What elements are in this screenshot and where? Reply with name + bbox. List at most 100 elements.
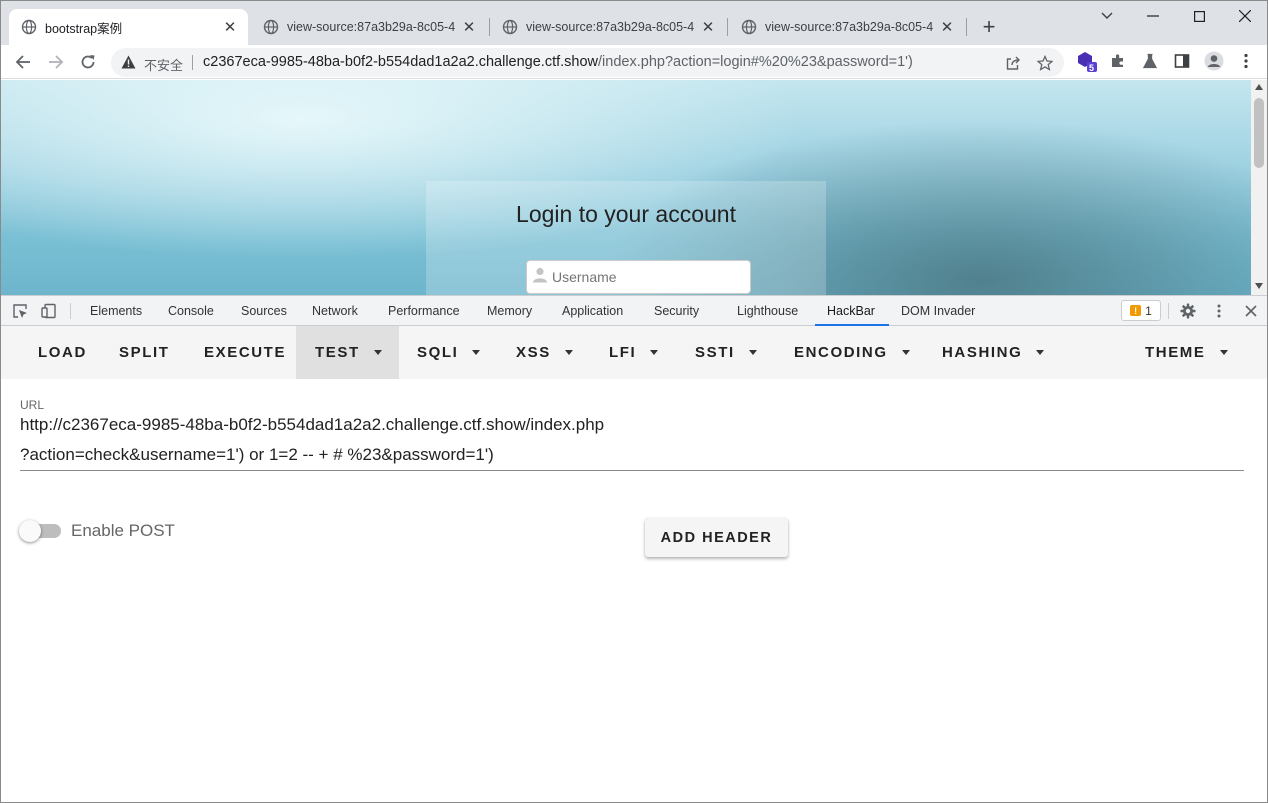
close-tab-icon[interactable]: ✕ — [461, 19, 477, 36]
url-path: /index.php?action=login#%20%23&password=… — [598, 54, 913, 70]
toggle-knob[interactable] — [19, 520, 41, 542]
url-field-line2[interactable]: ?action=check&username=1') or 1=2 -- + #… — [20, 445, 494, 465]
hackbar-test-menu[interactable]: TEST — [315, 326, 382, 379]
hackbar-ssti-menu[interactable]: SSTI — [695, 326, 757, 379]
url-host: c2367eca-9985-48ba-b0f2-b554dad1a2a2.cha… — [203, 54, 599, 70]
hackbar-execute-button[interactable]: EXECUTE — [204, 326, 286, 379]
side-panel-icon[interactable] — [1171, 50, 1193, 72]
scroll-up-arrow-icon[interactable] — [1255, 84, 1263, 90]
issue-flag-icon: ! — [1130, 305, 1142, 316]
dropdown-caret-icon — [472, 350, 481, 355]
devtools-close-icon[interactable] — [1242, 302, 1260, 320]
browser-tab-1[interactable]: bootstrap案例 ✕ — [9, 9, 248, 45]
page-scrollbar[interactable] — [1251, 80, 1267, 295]
scrollbar-thumb[interactable] — [1254, 98, 1264, 168]
hackbar-xss-menu[interactable]: XSS — [516, 326, 573, 379]
dropdown-caret-icon — [1219, 350, 1228, 355]
username-input[interactable] — [526, 260, 751, 294]
tab-search-chevron-icon[interactable] — [1093, 5, 1121, 27]
reload-icon[interactable] — [76, 50, 100, 74]
issues-counter[interactable]: ! 1 — [1121, 300, 1161, 321]
devtools-tab-dom-invader[interactable]: DOM Invader — [901, 304, 975, 318]
forward-arrow-icon[interactable] — [44, 50, 68, 74]
back-arrow-icon[interactable] — [11, 50, 35, 74]
tab-title: view-source:87a3b29a-8c05-4 — [526, 20, 694, 34]
extensions-puzzle-icon[interactable] — [1107, 50, 1129, 72]
devtools-tab-performance[interactable]: Performance — [388, 304, 460, 318]
window-close-icon[interactable] — [1231, 5, 1259, 27]
globe-icon — [741, 19, 757, 35]
bookmark-star-icon[interactable] — [1036, 54, 1054, 72]
browser-tab-3[interactable]: view-source:87a3b29a-8c05-4 ✕ — [490, 9, 726, 45]
devtools-tab-network[interactable]: Network — [312, 304, 358, 318]
page-viewport: Login to your account — [1, 80, 1267, 295]
dropdown-caret-icon — [901, 350, 910, 355]
devtools-tab-lighthouse[interactable]: Lighthouse — [737, 304, 798, 318]
share-icon[interactable] — [1004, 54, 1022, 72]
tab-separator — [966, 18, 967, 36]
hackbar-theme-menu[interactable]: THEME — [1145, 326, 1228, 379]
menu-label: THEME — [1145, 344, 1206, 361]
devtools-tab-memory[interactable]: Memory — [487, 304, 532, 318]
devtools-tab-console[interactable]: Console — [168, 304, 214, 318]
omnibox-divider — [192, 55, 193, 70]
menu-label: HASHING — [942, 344, 1023, 361]
globe-icon — [21, 19, 37, 35]
hackbar-load-button[interactable]: LOAD — [38, 326, 87, 379]
url-field-line1[interactable]: http://c2367eca-9985-48ba-b0f2-b554dad1a… — [20, 415, 604, 435]
close-tab-icon[interactable]: ✕ — [700, 19, 716, 36]
lab-flask-icon[interactable] — [1139, 50, 1161, 72]
dropdown-caret-icon — [1036, 350, 1045, 355]
tab-title: view-source:87a3b29a-8c05-4 — [765, 20, 933, 34]
devtools-tab-bar: Elements Console Sources Network Perform… — [1, 295, 1267, 326]
hackbar-split-button[interactable]: SPLIT — [119, 326, 170, 379]
url-text[interactable]: c2367eca-9985-48ba-b0f2-b554dad1a2a2.cha… — [203, 54, 913, 70]
tab-title: bootstrap案例 — [45, 21, 123, 36]
minimize-icon[interactable] — [1139, 5, 1167, 27]
devtools-divider — [1168, 303, 1169, 319]
devtools-more-icon[interactable] — [1210, 302, 1228, 320]
issues-count: 1 — [1145, 303, 1152, 318]
profile-avatar-icon[interactable] — [1203, 50, 1225, 72]
menu-label: XSS — [516, 344, 551, 361]
url-field-underline — [20, 470, 1244, 471]
maximize-icon[interactable] — [1185, 5, 1213, 27]
devtools-tab-application[interactable]: Application — [562, 304, 623, 318]
browser-tab-2[interactable]: view-source:87a3b29a-8c05-4 ✕ — [251, 9, 487, 45]
extension-badge: 5 — [1089, 63, 1095, 73]
menu-label: EXECUTE — [204, 344, 287, 361]
tab-strip: bootstrap案例 ✕ view-source:87a3b29a-8c05-… — [1, 1, 1267, 45]
close-tab-icon[interactable]: ✕ — [939, 19, 955, 36]
devtools-tab-sources[interactable]: Sources — [241, 304, 287, 318]
close-tab-icon[interactable]: ✕ — [222, 19, 238, 36]
enable-post-label: Enable POST — [71, 521, 175, 540]
hackbar-hashing-menu[interactable]: HASHING — [942, 326, 1045, 379]
extension-hexagon-icon[interactable] — [1076, 50, 1098, 72]
hackbar-lfi-menu[interactable]: LFI — [609, 326, 659, 379]
add-header-button[interactable]: ADD HEADER — [645, 518, 788, 557]
devtools-tab-elements[interactable]: Elements — [90, 304, 142, 318]
hackbar-sqli-menu[interactable]: SQLI — [417, 326, 481, 379]
hackbar-menu: LOAD SPLIT EXECUTE TEST SQLI XSS LFI SST… — [1, 326, 1267, 379]
login-card: Login to your account — [426, 181, 826, 295]
login-title: Login to your account — [516, 201, 736, 227]
address-bar[interactable]: 不安全 c2367eca-9985-48ba-b0f2-b554dad1a2a2… — [111, 48, 1064, 77]
browser-tab-4[interactable]: view-source:87a3b29a-8c05-4 ✕ — [729, 9, 965, 45]
dropdown-caret-icon — [748, 350, 757, 355]
globe-icon — [263, 19, 279, 35]
settings-gear-icon[interactable] — [1179, 302, 1197, 320]
inspect-element-icon[interactable] — [11, 302, 29, 320]
menu-label: LOAD — [38, 344, 87, 361]
devtools-tab-hackbar[interactable]: HackBar — [827, 304, 875, 318]
browser-window: bootstrap案例 ✕ view-source:87a3b29a-8c05-… — [0, 0, 1268, 803]
new-tab-button[interactable]: + — [977, 14, 1001, 39]
hackbar-encoding-menu[interactable]: ENCODING — [794, 326, 910, 379]
dropdown-caret-icon — [650, 350, 659, 355]
device-toolbar-icon[interactable] — [40, 302, 58, 320]
devtools-divider — [70, 303, 71, 319]
scroll-down-arrow-icon[interactable] — [1255, 283, 1263, 289]
security-status-label[interactable]: 不安全 — [144, 55, 183, 74]
devtools-tab-security[interactable]: Security — [654, 304, 699, 318]
browser-menu-icon[interactable] — [1235, 50, 1257, 72]
warning-triangle-icon[interactable] — [121, 55, 136, 69]
